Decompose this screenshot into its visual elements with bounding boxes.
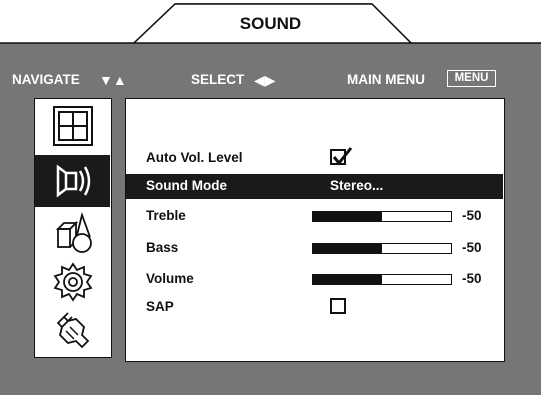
sound-mode-value: Stereo... <box>330 178 384 193</box>
volume-slider[interactable] <box>312 274 452 285</box>
auto-vol-label: Auto Vol. Level <box>146 150 243 165</box>
picture-grid-icon <box>53 106 93 146</box>
select-hint: SELECT <box>191 72 245 87</box>
sidebar-item-setup[interactable] <box>35 257 110 309</box>
sidebar-item-picture[interactable] <box>35 101 110 153</box>
treble-slider[interactable] <box>312 211 452 222</box>
auto-vol-checkbox[interactable] <box>330 147 353 166</box>
volume-value: -50 <box>462 271 482 286</box>
auto-vol-row[interactable]: Auto Vol. Level <box>126 146 503 171</box>
sap-checkbox[interactable] <box>330 298 346 314</box>
gear-icon <box>53 262 93 302</box>
page-title: SOUND <box>239 14 302 33</box>
sound-mode-label: Sound Mode <box>146 178 227 193</box>
menu-category-panel <box>34 98 112 358</box>
sap-row[interactable]: SAP <box>126 295 503 320</box>
plug-icon <box>56 312 90 349</box>
bass-label: Bass <box>146 240 179 255</box>
sap-label: SAP <box>146 299 174 314</box>
treble-row[interactable]: Treble -50 <box>126 204 503 229</box>
treble-value: -50 <box>462 208 482 223</box>
bass-value: -50 <box>462 240 482 255</box>
main-menu-hint: MAIN MENU <box>347 72 425 87</box>
volume-row[interactable]: Volume -50 <box>126 267 503 292</box>
treble-slider-fill <box>313 212 382 221</box>
sound-settings-panel: Auto Vol. Level Sound Mode Stereo... Tre… <box>125 98 505 362</box>
bass-row[interactable]: Bass -50 <box>126 236 503 261</box>
navigate-hint: NAVIGATE <box>12 72 80 87</box>
menu-key-badge: MENU <box>447 70 496 87</box>
bass-slider-fill <box>313 244 382 253</box>
volume-slider-fill <box>313 275 382 284</box>
bass-slider[interactable] <box>312 243 452 254</box>
sidebar-item-features[interactable] <box>35 207 110 259</box>
volume-label: Volume <box>146 271 194 286</box>
sound-speaker-icon <box>56 164 91 198</box>
sidebar-item-sound[interactable] <box>35 155 110 207</box>
shapes-icon <box>55 211 92 253</box>
checkmark-icon <box>332 147 353 166</box>
navigate-keys: ▼▲ <box>99 72 127 88</box>
sound-mode-row[interactable]: Sound Mode Stereo... <box>126 174 503 199</box>
select-keys: ◀▶ <box>254 72 276 88</box>
treble-label: Treble <box>146 208 186 223</box>
sidebar-item-input[interactable] <box>35 305 110 357</box>
